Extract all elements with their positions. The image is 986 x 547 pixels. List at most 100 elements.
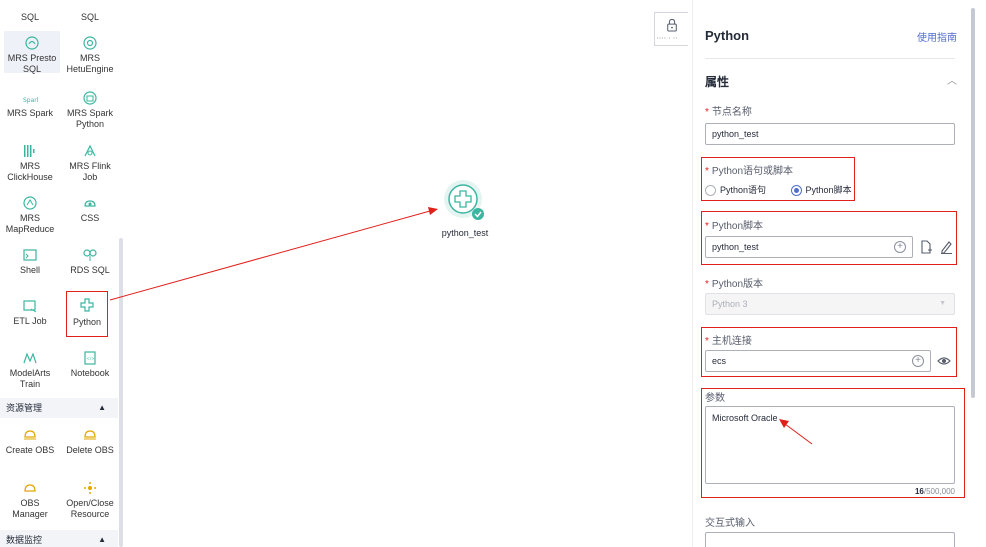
dataarts-job-editor: SQL SQL MRS Presto SQL MRS HetuEngine Sp… xyxy=(0,0,986,547)
required-marker: * xyxy=(705,221,709,232)
palette-item-label: ModelArts Train xyxy=(9,368,51,389)
palette-item-mrs-hetuengine[interactable]: MRS HetuEngine xyxy=(60,35,120,75)
modelarts-train-icon xyxy=(22,350,38,366)
palette-item-label: Delete OBS xyxy=(66,445,114,455)
radio-circle xyxy=(705,185,716,197)
eye-icon[interactable] xyxy=(937,354,951,368)
panel-title: Python xyxy=(705,28,750,43)
radio-python-script[interactable]: Python脚本 xyxy=(790,183,852,197)
palette-item-mrs-presto-sql[interactable]: MRS Presto SQL xyxy=(4,31,60,74)
interactive-input-field[interactable] xyxy=(705,532,955,547)
stmt-or-script-radio-group: Python语句 Python脚本 xyxy=(705,183,874,197)
palette-item-label: Create OBS xyxy=(5,445,55,455)
section-header-resource-management[interactable]: 资源管理 ▲ xyxy=(0,398,118,418)
add-circle-icon[interactable]: + xyxy=(912,355,924,367)
palette-item-notebook[interactable]: </> Notebook xyxy=(60,350,120,379)
palette-item-create-obs[interactable]: Create OBS xyxy=(0,427,60,456)
palette-item-shell[interactable]: Shell xyxy=(0,247,60,276)
add-circle-icon[interactable]: + xyxy=(894,241,906,253)
collapse-icon[interactable]: ︿ xyxy=(947,72,957,87)
host-connection-input[interactable]: ecs + xyxy=(705,350,931,372)
interactive-input-label: 交互式输入 xyxy=(705,518,755,529)
python-node-label: python_test xyxy=(441,228,489,238)
notebook-icon: </> xyxy=(82,350,98,366)
palette-item-label: MRS ClickHouse xyxy=(7,161,53,182)
mrs-mapreduce-icon xyxy=(22,195,38,211)
python-icon xyxy=(79,297,95,313)
palette-item-open-close-resource[interactable]: Open/Close Resource xyxy=(60,480,120,520)
svg-text:Spark: Spark xyxy=(23,97,38,104)
lock-caption-dots: •••• • •• xyxy=(657,35,679,40)
section-header-label: 资源管理 xyxy=(6,403,43,413)
divider xyxy=(705,58,955,59)
section-header-label: 数据监控 xyxy=(6,535,43,545)
radio-python-statement-label: Python语句 xyxy=(720,185,767,195)
palette-item-label: Open/Close Resource xyxy=(66,498,114,519)
palette-item-label: CSS xyxy=(80,213,100,223)
palette-item-delete-obs[interactable]: Delete OBS xyxy=(60,427,120,456)
open-close-resource-icon xyxy=(82,480,98,496)
palette-item-label: MRS Flink Job xyxy=(69,161,111,182)
delete-obs-icon xyxy=(82,427,98,443)
new-file-icon[interactable] xyxy=(919,240,933,254)
palette-item-mrs-spark-sql[interactable]: SQL xyxy=(0,0,60,23)
palette-item-obs-manager[interactable]: OBS Manager xyxy=(0,480,60,520)
parameters-textarea[interactable]: Microsoft Oracle xyxy=(705,406,955,484)
workflow-canvas[interactable]: python_test •••• • •• xyxy=(124,0,692,547)
palette-item-label: SQL xyxy=(20,12,39,22)
panel-scrollbar[interactable] xyxy=(971,8,975,398)
section-header-data-monitoring[interactable]: 数据监控 ▲ xyxy=(0,530,118,547)
palette-item-label: Notebook xyxy=(70,368,110,378)
host-connection-value: ecs xyxy=(712,356,727,366)
mrs-clickhouse-icon xyxy=(22,143,38,159)
stmt-or-script-label-text: Python语句或脚本 xyxy=(711,166,794,177)
palette-item-mrs-spark[interactable]: Spark MRS Spark xyxy=(0,90,60,119)
palette-item-label: MRS MapReduce xyxy=(5,213,55,234)
mrs-flink-icon xyxy=(82,143,98,159)
palette-item-mrs-mapreduce[interactable]: MRS MapReduce xyxy=(0,195,60,235)
palette-item-modelarts-train[interactable]: ModelArts Train xyxy=(0,350,60,390)
char-count: 16 xyxy=(914,487,924,496)
python-script-input[interactable]: python_test + xyxy=(705,236,913,258)
properties-section-title: 属性 xyxy=(705,75,730,89)
palette-item-label: SQL xyxy=(80,12,99,22)
char-limit: /500,000 xyxy=(923,487,955,496)
python-version-label-text: Python版本 xyxy=(711,279,764,290)
obs-manager-icon xyxy=(22,480,38,496)
rds-sql-icon xyxy=(82,247,98,263)
node-palette: SQL SQL MRS Presto SQL MRS HetuEngine Sp… xyxy=(0,0,124,547)
radio-circle-selected xyxy=(790,185,802,197)
palette-item-css[interactable]: CSS xyxy=(60,195,120,224)
palette-item-etl-job[interactable]: ETL Job xyxy=(0,298,60,327)
lock-icon xyxy=(667,18,677,32)
canvas-lock-button[interactable]: •••• • •• xyxy=(654,12,688,46)
palette-item-mrs-clickhouse[interactable]: MRS ClickHouse xyxy=(0,143,60,183)
python-script-label: * Python脚本 xyxy=(705,217,763,232)
host-connection-label: * 主机连接 xyxy=(705,332,752,347)
node-name-label: * 节点名称 xyxy=(705,103,752,118)
user-guide-link[interactable]: 使用指南 xyxy=(917,29,957,44)
palette-item-label: Python xyxy=(72,317,102,327)
mrs-spark-python-icon xyxy=(82,90,98,106)
palette-item-label: MRS HetuEngine xyxy=(66,53,114,74)
chevron-down-icon: ▼ xyxy=(939,300,946,307)
palette-item-mrs-flink-job[interactable]: MRS Flink Job xyxy=(60,143,120,183)
palette-item-mrs-hive-sql[interactable]: SQL xyxy=(60,0,120,23)
required-marker: * xyxy=(705,107,709,118)
palette-item-python[interactable]: Python xyxy=(66,291,108,337)
palette-item-mrs-spark-python[interactable]: MRS Spark Python xyxy=(60,90,120,130)
caret-up-icon: ▲ xyxy=(98,403,106,412)
mrs-hetuengine-icon xyxy=(82,35,98,51)
palette-item-label: MRS Spark xyxy=(6,108,53,118)
node-name-label-text: 节点名称 xyxy=(711,107,752,118)
python-node[interactable] xyxy=(442,178,488,224)
palette-item-rds-sql[interactable]: RDS SQL xyxy=(60,247,120,276)
edit-pencil-icon[interactable] xyxy=(939,240,953,254)
palette-scrollbar[interactable] xyxy=(119,238,123,547)
required-marker: * xyxy=(705,166,709,177)
radio-python-statement[interactable]: Python语句 xyxy=(705,183,767,197)
mrs-presto-icon xyxy=(24,35,40,51)
required-marker: * xyxy=(705,336,709,347)
char-counter: 16/500,000 xyxy=(881,487,955,496)
node-name-input[interactable]: python_test xyxy=(705,123,955,145)
